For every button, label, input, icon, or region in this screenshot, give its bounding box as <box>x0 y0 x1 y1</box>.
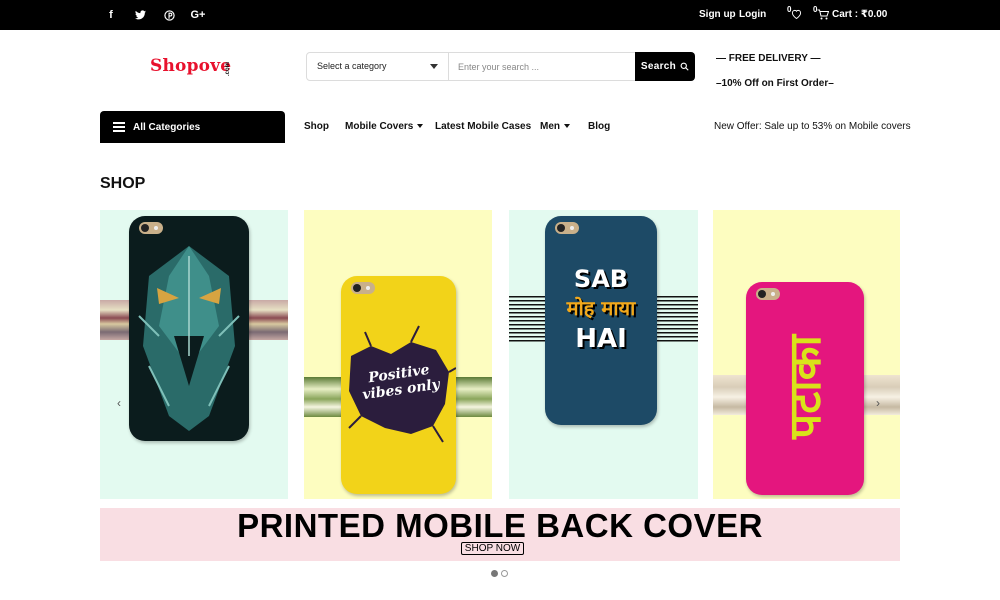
lion-art <box>138 246 240 431</box>
nav-men[interactable]: Men <box>540 118 570 136</box>
product-slide-lion[interactable] <box>100 210 288 499</box>
nav-mobile-covers[interactable]: Mobile Covers <box>345 118 424 136</box>
first-order-promo: –10% Off on First Order– <box>716 78 834 89</box>
search-bar: Select a category Search <box>306 52 695 81</box>
signup-link[interactable]: Sign up <box>699 0 736 30</box>
nav-men-label: Men <box>540 121 560 132</box>
phone-case: पटाका <box>746 282 864 495</box>
slider-dot-active[interactable] <box>491 570 498 577</box>
site-logo[interactable]: Shopove <box>150 56 231 76</box>
chevron-down-icon <box>417 124 424 129</box>
shop-now-button[interactable]: SHOP NOW <box>461 542 524 555</box>
pataka-text: पटाका <box>780 335 831 439</box>
camera-lens <box>351 282 375 294</box>
phone-case: Positive vibes only <box>341 276 456 494</box>
pinterest-icon[interactable] <box>157 0 181 30</box>
all-categories-label: All Categories <box>133 121 201 133</box>
product-slide-positive-vibes[interactable]: Positive vibes only <box>304 210 492 499</box>
slider-dot[interactable] <box>501 570 508 577</box>
phone-case <box>129 216 249 441</box>
camera-lens <box>139 222 163 234</box>
menu-icon <box>113 120 125 134</box>
banner-title: PRINTED MOBILE BACK COVER <box>237 507 763 544</box>
search-icon <box>680 62 689 71</box>
search-button-label: Search <box>640 61 677 72</box>
nav-shop[interactable]: Shop <box>304 118 329 136</box>
search-button[interactable]: Search <box>635 52 695 81</box>
nav-blog[interactable]: Blog <box>588 118 610 136</box>
nav-latest-mobile-cases[interactable]: Latest Mobile Cases <box>435 118 531 136</box>
heart-icon[interactable] <box>791 9 802 19</box>
cart-total-link[interactable]: Cart : ₹0.00 <box>832 0 887 30</box>
chevron-down-icon <box>564 124 570 129</box>
cart-icon[interactable] <box>817 9 829 20</box>
camera-lens <box>555 222 579 234</box>
moh-maya-text: मोह माया <box>566 296 636 320</box>
new-offer-text: New Offer: Sale up to 53% on Mobile cove… <box>714 121 911 132</box>
twitter-icon[interactable] <box>128 0 152 30</box>
twitter-icon <box>134 10 146 20</box>
facebook-icon[interactable]: f <box>99 0 123 30</box>
page-title: SHOP <box>100 175 146 192</box>
top-bar: f G+ Sign up Login 0 0 Cart : ₹0.00 <box>0 0 1000 30</box>
slider-next-arrow[interactable]: › <box>876 396 880 410</box>
product-slide-pataka[interactable]: पटाका <box>713 210 900 499</box>
camera-lens <box>756 288 780 300</box>
sab-text: SAB <box>573 265 629 293</box>
hai-text: HAI <box>575 324 627 354</box>
site-logo-suffix: .com <box>225 61 231 76</box>
category-select-label: Select a category <box>317 61 387 71</box>
product-slide-sab-moh-maya[interactable]: SAB मोह माया HAI <box>509 210 698 499</box>
google-plus-icon[interactable]: G+ <box>186 0 210 30</box>
free-delivery-promo: — FREE DELIVERY — <box>716 53 821 64</box>
pinterest-icon <box>163 9 175 21</box>
nav-mobile-covers-label: Mobile Covers <box>345 121 414 132</box>
login-link[interactable]: Login <box>739 0 766 30</box>
slider-prev-arrow[interactable]: ‹ <box>117 396 121 410</box>
phone-case: SAB मोह माया HAI <box>545 216 657 425</box>
chevron-down-icon <box>430 64 438 69</box>
search-input[interactable] <box>450 53 634 80</box>
all-categories-button[interactable]: All Categories <box>100 111 285 143</box>
category-select[interactable]: Select a category <box>307 53 449 80</box>
